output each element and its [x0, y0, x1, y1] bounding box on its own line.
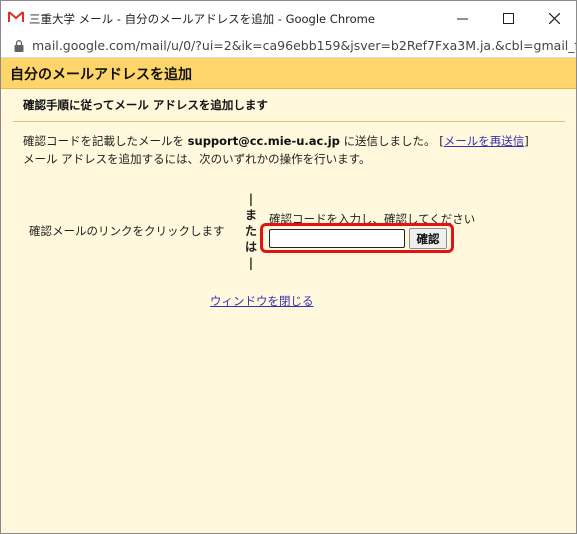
url-text[interactable]: mail.google.com/mail/u/0/?ui=2&ik=ca96eb… [32, 38, 576, 53]
or-char: ま [244, 208, 257, 222]
gmail-icon [8, 11, 24, 23]
close-button[interactable] [531, 1, 576, 35]
resend-email-link[interactable]: メールを再送信 [444, 134, 525, 148]
message-suffix: に送信しました。 [343, 134, 436, 148]
dialog-header: 自分のメールアドレスを追加 [1, 58, 576, 89]
message-line-1: 確認コードを記載したメールを support@cc.mie-u.ac.jp に送… [23, 133, 529, 149]
address-bar[interactable]: mail.google.com/mail/u/0/?ui=2&ik=ca96eb… [1, 35, 576, 58]
dialog-subtitle: 確認手順に従ってメール アドレスを追加します [23, 98, 268, 112]
dialog-title: 自分のメールアドレスを追加 [10, 67, 192, 83]
or-char: | [248, 192, 254, 206]
message-line-2: メール アドレスを追加するには、次のいずれかの操作を行います。 [23, 152, 371, 166]
divider [13, 121, 565, 122]
minimize-icon [456, 18, 468, 19]
or-char: | [248, 256, 254, 270]
or-char: た [244, 224, 257, 238]
email-address: support@cc.mie-u.ac.jp [187, 134, 340, 148]
confirm-button[interactable]: 確認 [409, 228, 447, 249]
or-char: は [244, 240, 257, 254]
resend-bracket-close: ] [524, 134, 529, 148]
maximize-icon [502, 12, 514, 24]
or-separator: | ま た は | [243, 191, 259, 271]
popup-window: 三重大学 メール - 自分のメールアドレスを追加 - Google Chrome… [0, 0, 577, 534]
close-window-link[interactable]: ウィンドウを閉じる [210, 293, 314, 309]
click-link-option: 確認メールのリンクをクリックします [29, 224, 225, 238]
title-bar[interactable]: 三重大学 メール - 自分のメールアドレスを追加 - Google Chrome [1, 1, 576, 35]
maximize-button[interactable] [485, 1, 531, 35]
message-prefix: 確認コードを記載したメールを [23, 134, 184, 148]
close-icon [548, 12, 560, 24]
lock-icon [14, 40, 24, 52]
window-title: 三重大学 メール - 自分のメールアドレスを追加 - Google Chrome [29, 12, 375, 26]
minimize-button[interactable] [439, 1, 485, 35]
verification-code-input[interactable] [269, 229, 405, 248]
